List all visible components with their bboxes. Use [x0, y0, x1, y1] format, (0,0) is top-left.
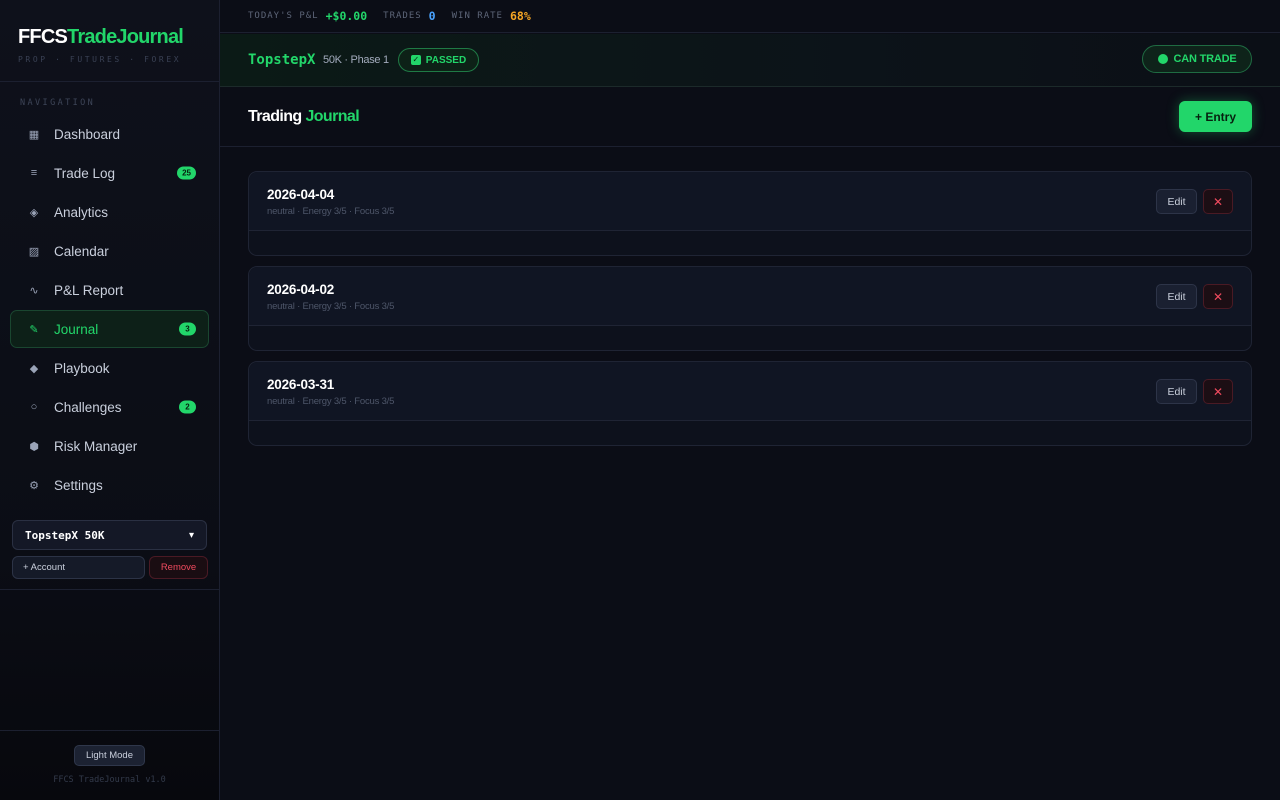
sidebar-item-label: Challenges	[54, 399, 122, 415]
page-header: Trading Journal + Entry	[220, 88, 1280, 147]
divider	[0, 589, 219, 590]
sidebar: FFCSTradeJournal PROP · FUTURES · FOREX …	[0, 0, 220, 800]
list-icon: ≡	[30, 167, 38, 179]
page-title-part2: Journal	[305, 108, 360, 125]
can-trade-badge: CAN TRADE	[1142, 45, 1252, 73]
sidebar-item-journal[interactable]: ✎ Journal 3	[10, 310, 209, 348]
entry-date: 2026-04-04	[267, 187, 335, 202]
pencil-icon: ✎	[29, 323, 39, 336]
sidebar-item-label: Playbook	[54, 360, 110, 376]
app-logo: FFCSTradeJournal	[18, 26, 219, 49]
count-badge: 25	[177, 166, 196, 180]
status-badge: ✓ PASSED	[398, 48, 479, 72]
count-badge: 2	[179, 400, 196, 414]
sidebar-item-label: Settings	[54, 477, 103, 493]
sidebar-item-analytics[interactable]: ◈ Analytics	[10, 193, 209, 231]
delete-entry-button[interactable]: ✕	[1203, 189, 1233, 214]
version-label: FFCS TradeJournal v1.0	[53, 775, 166, 785]
account-description: 50K · Phase 1	[323, 54, 389, 66]
chevron-down-icon: ▾	[188, 529, 194, 541]
journal-entry-header: 2026-03-31 neutral · Energy 3/5 · Focus 3…	[249, 362, 1251, 421]
ring-icon: ○	[30, 401, 38, 413]
brand-subtitle: PROP · FUTURES · FOREX	[18, 55, 182, 64]
wave-icon: ∿	[29, 284, 39, 297]
delete-entry-button[interactable]: ✕	[1203, 379, 1233, 404]
entry-meta: neutral · Energy 3/5 · Focus 3/5	[267, 206, 395, 217]
edit-entry-button[interactable]: Edit	[1156, 379, 1197, 404]
delete-entry-button[interactable]: ✕	[1203, 284, 1233, 309]
diamond-icon: ◆	[29, 362, 39, 375]
edit-entry-button[interactable]: Edit	[1156, 284, 1197, 309]
pnl-label: TODAY'S P&L	[248, 11, 319, 21]
entry-meta: neutral · Energy 3/5 · Focus 3/5	[267, 396, 395, 407]
entry-date: 2026-04-02	[267, 282, 335, 297]
calendar-icon: ▨	[28, 245, 40, 258]
winrate-value: 68%	[509, 9, 531, 23]
status-dot-icon	[1157, 54, 1168, 64]
dashboard-icon: ▦	[28, 128, 40, 141]
journal-entry-card[interactable]: 2026-04-02 neutral · Energy 3/5 · Focus 3…	[248, 266, 1252, 351]
entry-date: 2026-03-31	[267, 377, 335, 392]
sidebar-item-label: P&L Report	[54, 282, 124, 298]
page-title: Trading Journal	[248, 108, 360, 126]
close-icon: ✕	[1212, 289, 1224, 304]
account-name: TopstepX	[248, 52, 316, 68]
sidebar-item-label: Dashboard	[54, 126, 121, 142]
journal-entry-list: 2026-04-04 neutral · Energy 3/5 · Focus 3…	[248, 171, 1252, 456]
journal-entry-header: 2026-04-04 neutral · Energy 3/5 · Focus 3…	[249, 172, 1251, 231]
add-entry-button[interactable]: + Entry	[1179, 101, 1252, 132]
count-badge: 3	[179, 322, 196, 336]
sidebar-item-label: Trade Log	[54, 165, 116, 181]
sidebar-item-label: Analytics	[54, 204, 109, 220]
brand-title-part2: TradeJournal	[67, 26, 184, 48]
trades-value: 0	[428, 9, 436, 23]
shield-icon: ⬢	[29, 440, 39, 453]
brand-title-part1: FFCS	[18, 26, 68, 48]
sidebar-item-label: Journal	[54, 321, 99, 337]
entry-meta: neutral · Energy 3/5 · Focus 3/5	[267, 301, 395, 312]
sidebar-item-dashboard[interactable]: ▦ Dashboard	[10, 115, 209, 153]
add-account-button[interactable]: + Account	[12, 556, 145, 579]
light-mode-button[interactable]: Light Mode	[74, 745, 145, 766]
brand: FFCSTradeJournal PROP · FUTURES · FOREX	[0, 0, 219, 82]
check-icon: ✓	[410, 55, 421, 65]
trades-label: TRADES	[383, 11, 422, 21]
sidebar-item-risk-manager[interactable]: ⬢ Risk Manager	[10, 427, 209, 465]
sidebar-item-trade-log[interactable]: ≡ Trade Log 25	[10, 154, 209, 192]
sidebar-item-challenges[interactable]: ○ Challenges 2	[10, 388, 209, 426]
status-badge-label: PASSED	[425, 54, 467, 66]
journal-entry-card[interactable]: 2026-03-31 neutral · Energy 3/5 · Focus 3…	[248, 361, 1252, 446]
analytics-icon: ◈	[29, 206, 39, 219]
can-trade-label: CAN TRADE	[1173, 53, 1237, 65]
nav-list: ▦ Dashboard ≡ Trade Log 25 ◈ Analytics ▨ Calenda…	[10, 115, 209, 505]
nav-heading: NAVIGATION	[20, 98, 96, 108]
edit-entry-button[interactable]: Edit	[1156, 189, 1197, 214]
sidebar-item-p-l-report[interactable]: ∿ P&L Report	[10, 271, 209, 309]
sidebar-item-settings[interactable]: ⚙ Settings	[10, 466, 209, 504]
journal-entry-card[interactable]: 2026-04-04 neutral · Energy 3/5 · Focus 3…	[248, 171, 1252, 256]
account-select[interactable]: TopstepX 50K ▾	[12, 520, 207, 550]
close-icon: ✕	[1212, 384, 1224, 399]
account-select-value: TopstepX 50K	[25, 528, 105, 542]
pnl-value: +$0.00	[325, 9, 368, 23]
remove-account-button[interactable]: Remove	[149, 556, 208, 579]
sidebar-item-playbook[interactable]: ◆ Playbook	[10, 349, 209, 387]
stats-bar: TODAY'S P&L +$0.00 TRADES 0 WIN RATE 68%	[220, 0, 1280, 33]
winrate-label: WIN RATE	[451, 11, 503, 21]
sidebar-item-label: Risk Manager	[54, 438, 138, 454]
account-bar: TopstepX 50K · Phase 1 ✓ PASSED CAN TRAD…	[220, 34, 1280, 87]
sidebar-item-calendar[interactable]: ▨ Calendar	[10, 232, 209, 270]
close-icon: ✕	[1212, 194, 1224, 209]
page-title-part1: Trading	[248, 108, 302, 125]
journal-entry-header: 2026-04-02 neutral · Energy 3/5 · Focus 3…	[249, 267, 1251, 326]
divider	[0, 730, 219, 731]
sidebar-item-label: Calendar	[54, 243, 109, 259]
gear-icon: ⚙	[29, 479, 39, 492]
